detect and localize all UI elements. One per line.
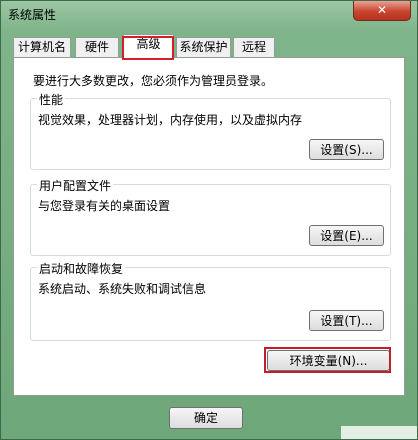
- performance-group: 性能 视觉效果，处理器计划，内存使用，以及虚拟内存 设置(S)...: [30, 91, 391, 170]
- close-button[interactable]: ✕: [353, 1, 411, 21]
- close-icon: ✕: [376, 3, 388, 17]
- performance-description: 视觉效果，处理器计划，内存使用，以及虚拟内存: [38, 113, 303, 127]
- performance-title: 性能: [37, 91, 66, 108]
- tab-computer-name[interactable]: 计算机名: [13, 37, 71, 57]
- startup-recovery-description: 系统启动、系统失败和调试信息: [38, 282, 207, 296]
- user-profiles-settings-button[interactable]: 设置(E)...: [309, 225, 384, 246]
- performance-settings-button[interactable]: 设置(S)...: [309, 139, 384, 160]
- tab-remote[interactable]: 远程: [233, 37, 275, 57]
- admin-notice: 要进行大多数更改，您必须作为管理员登录。: [33, 74, 274, 88]
- ok-button[interactable]: 确定: [169, 407, 243, 429]
- system-properties-window: 系统属性 ✕ 计算机名 硬件 高级 系统保护 远程 要进行大多数更改，您必须作为…: [0, 0, 418, 440]
- tab-strip: 计算机名 硬件 高级 系统保护 远程: [13, 34, 313, 59]
- window-title: 系统属性: [8, 8, 57, 22]
- user-profiles-description: 与您登录有关的桌面设置: [38, 199, 171, 213]
- user-profiles-title: 用户配置文件: [37, 177, 114, 194]
- startup-recovery-title: 启动和故障恢复: [37, 260, 126, 277]
- startup-recovery-group: 启动和故障恢复 系统启动、系统失败和调试信息 设置(T)...: [30, 260, 391, 341]
- user-profiles-group: 用户配置文件 与您登录有关的桌面设置 设置(E)...: [30, 177, 391, 256]
- tab-system-protection[interactable]: 系统保护: [176, 37, 231, 57]
- environment-variables-button[interactable]: 环境变量(N)...: [267, 350, 390, 371]
- advanced-tab-panel: 要进行大多数更改，您必须作为管理员登录。 性能 视觉效果，处理器计划，内存使用，…: [13, 57, 405, 396]
- window-corner: [341, 426, 417, 439]
- startup-recovery-settings-button[interactable]: 设置(T)...: [309, 310, 384, 331]
- tab-hardware[interactable]: 硬件: [75, 37, 119, 57]
- tab-advanced[interactable]: 高级: [123, 34, 174, 59]
- title-bar: 系统属性 ✕: [1, 1, 417, 27]
